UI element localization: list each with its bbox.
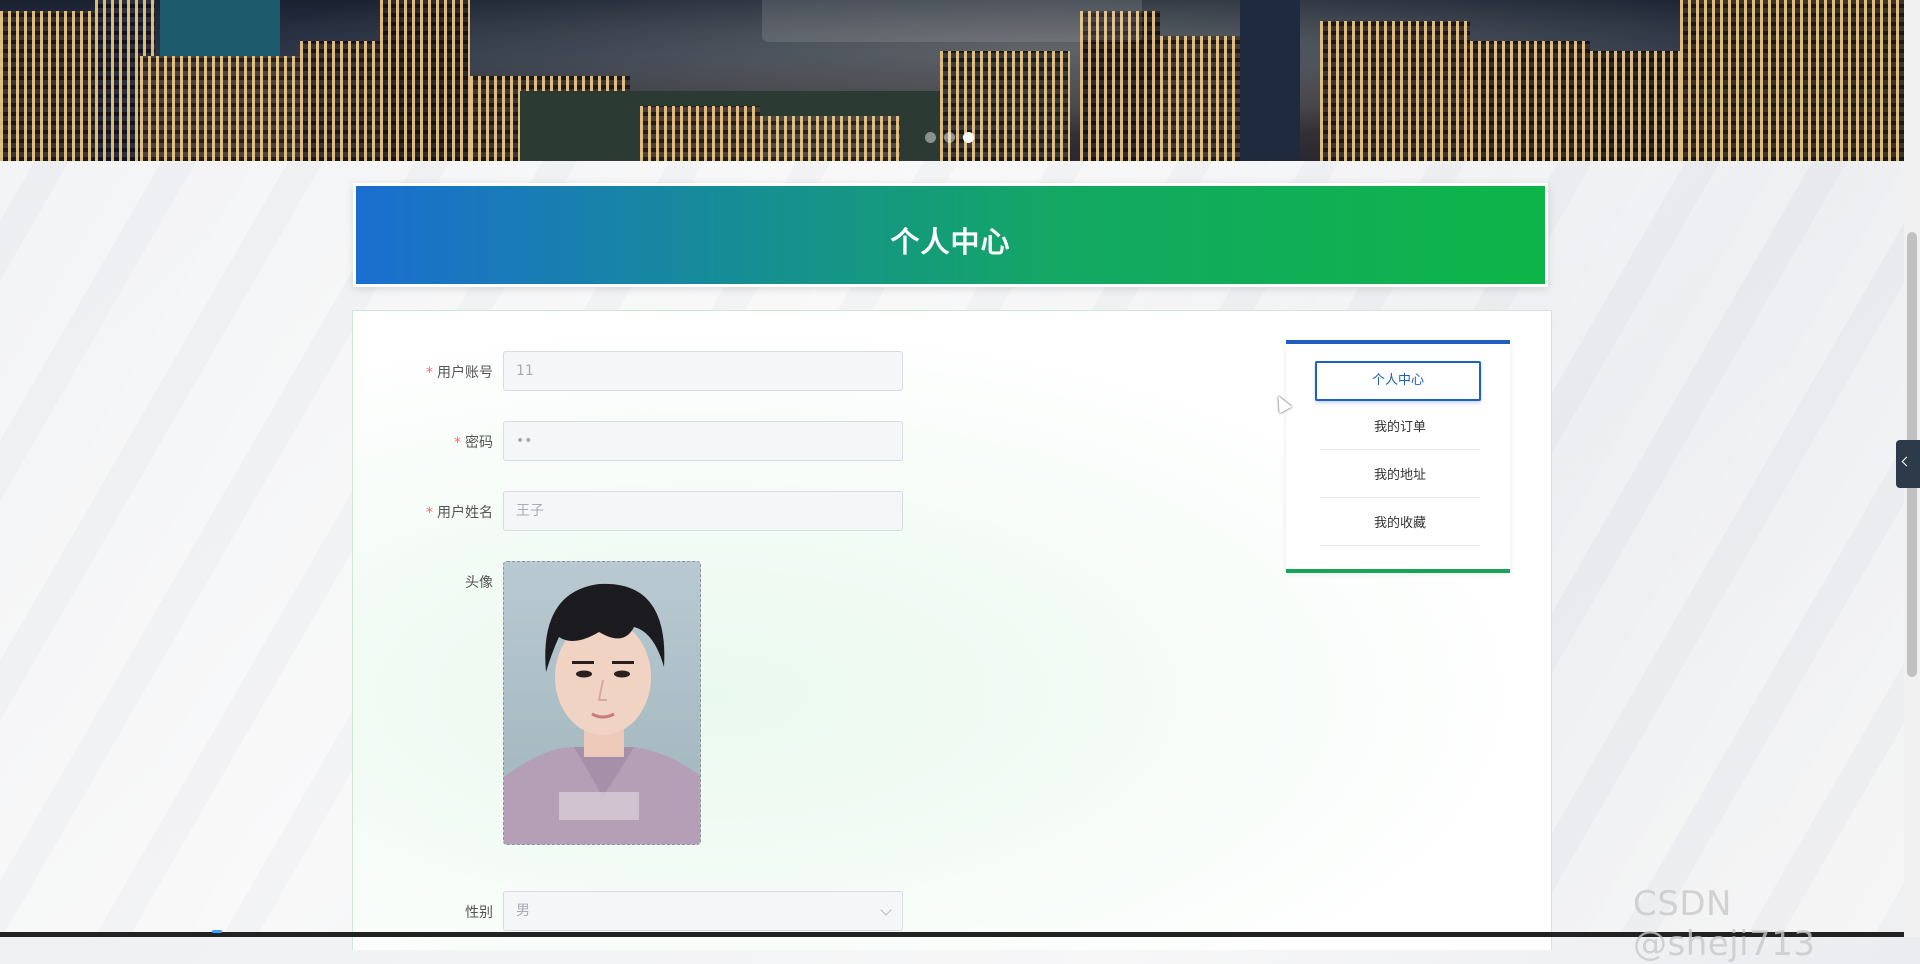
account-label: * 用户账号: [353, 362, 493, 382]
menu-item-orders[interactable]: 我的订单: [1320, 406, 1480, 450]
watermark: CSDN @sheji713: [1633, 884, 1816, 964]
user-side-menu: 个人中心 我的订单 我的地址 我的收藏: [1286, 340, 1510, 573]
required-mark: *: [426, 505, 433, 521]
gender-label: 性别: [465, 905, 493, 921]
avatar-uploader[interactable]: [503, 561, 701, 845]
avatar-label: 头像: [465, 575, 493, 591]
password-label-text: 密码: [465, 435, 493, 451]
name-label-text: 用户姓名: [437, 505, 493, 521]
building: [1320, 21, 1470, 161]
required-mark: *: [454, 435, 461, 451]
building: [940, 51, 1070, 161]
chevron-down-icon: [880, 904, 892, 916]
avatar-image: [504, 562, 700, 844]
carousel-indicators: [925, 132, 974, 143]
banner-overlay-chip: [762, 0, 1142, 42]
carousel-dot[interactable]: [944, 132, 955, 143]
building: [0, 11, 95, 161]
bottom-border: [0, 932, 1904, 937]
carousel-dot-active[interactable]: [963, 132, 974, 143]
menu-item-favorites[interactable]: 我的收藏: [1320, 502, 1480, 546]
building: [380, 0, 470, 161]
chevron-left-icon: [1901, 456, 1912, 467]
password-input[interactable]: ••: [503, 421, 903, 461]
building: [760, 116, 900, 161]
account-input[interactable]: 11: [503, 351, 903, 391]
name-label: * 用户姓名: [353, 502, 493, 522]
building: [1470, 41, 1590, 161]
password-label: * 密码: [353, 432, 493, 452]
account-label-text: 用户账号: [437, 365, 493, 381]
building: [1240, 0, 1300, 161]
carousel-dot[interactable]: [925, 132, 936, 143]
building: [1590, 51, 1680, 161]
page-title: 个人中心: [890, 225, 1011, 259]
gender-select[interactable]: 男: [503, 891, 903, 931]
progress-indicator: [212, 930, 222, 933]
banner-carousel: [0, 0, 1904, 161]
menu-item-addresses[interactable]: 我的地址: [1320, 454, 1480, 498]
building: [640, 106, 760, 161]
side-panel-toggle[interactable]: [1896, 440, 1920, 488]
required-mark: *: [426, 365, 433, 381]
building: [1680, 0, 1904, 161]
building: [140, 56, 310, 161]
menu-item-profile[interactable]: 个人中心: [1315, 361, 1481, 401]
page-header: 个人中心: [353, 183, 1548, 287]
name-input[interactable]: 王子: [503, 491, 903, 531]
gender-value: 男: [516, 903, 530, 919]
